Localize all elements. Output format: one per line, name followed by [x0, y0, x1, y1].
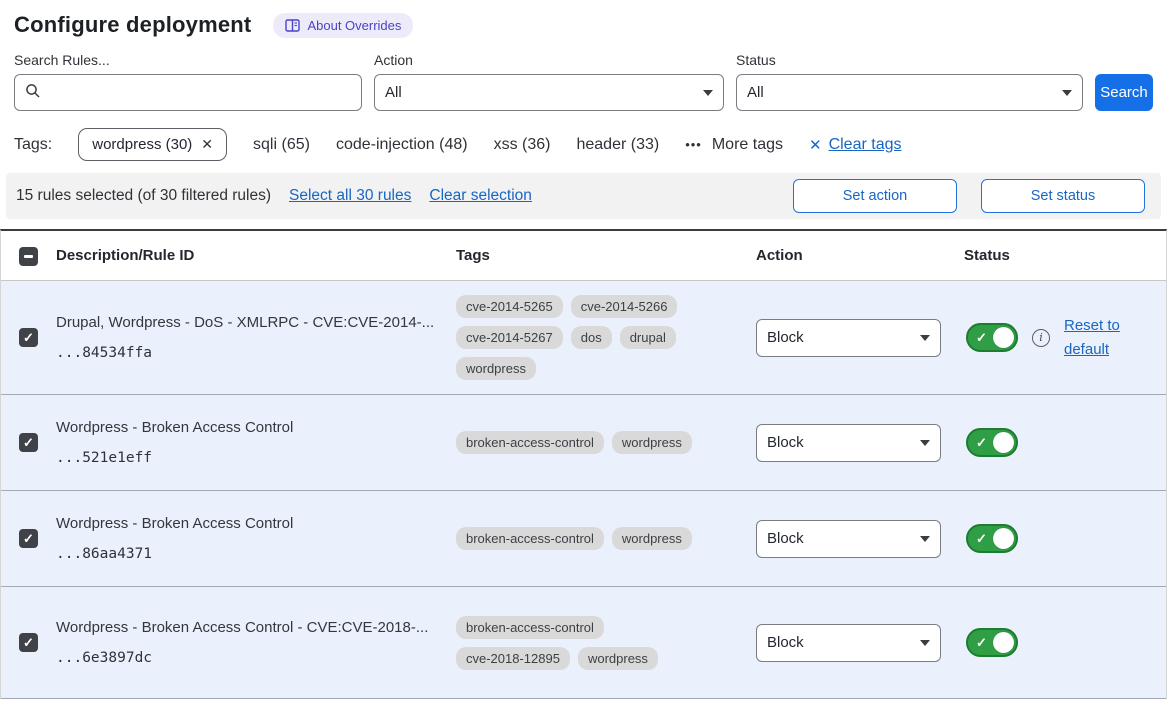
action-filter-select[interactable]: All [374, 74, 724, 111]
select-all-checkbox[interactable] [19, 247, 38, 266]
selection-bar: 15 rules selected (of 30 filtered rules)… [6, 173, 1161, 219]
rule-action-value: Block [767, 329, 804, 346]
clear-tags-link[interactable]: ✕ Clear tags [809, 136, 902, 154]
table-row: ✓ Drupal, Wordpress - DoS - XMLRPC - CVE… [1, 281, 1166, 395]
tag-filter-code-injection[interactable]: code-injection (48) [336, 136, 468, 154]
rule-action-value: Block [767, 434, 804, 451]
rule-action-select[interactable]: Block [756, 319, 941, 357]
rule-description: Wordpress - Broken Access Control [56, 515, 456, 534]
status-toggle[interactable]: ✓ [966, 323, 1018, 352]
chevron-down-icon [1062, 90, 1072, 96]
chevron-down-icon [920, 536, 930, 542]
set-status-button[interactable]: Set status [981, 179, 1145, 213]
more-tags-button[interactable]: ••• More tags [685, 136, 783, 154]
rule-tag: broken-access-control [456, 616, 604, 639]
rule-tag: broken-access-control [456, 527, 604, 550]
rule-action-select[interactable]: Block [756, 520, 941, 558]
rule-tag: wordpress [578, 647, 658, 670]
search-rules-label: Search Rules... [14, 52, 362, 68]
clear-selection-link[interactable]: Clear selection [429, 187, 532, 205]
rule-id: ...521e1eff [56, 450, 456, 466]
rule-tag: wordpress [612, 527, 692, 550]
tag-chip-label: wordpress (30) [92, 136, 192, 153]
book-icon [285, 19, 300, 32]
chevron-down-icon [703, 90, 713, 96]
about-overrides-badge[interactable]: About Overrides [273, 13, 413, 38]
check-icon: ✓ [976, 636, 987, 649]
rule-action-select[interactable]: Block [756, 424, 941, 462]
rule-tag: cve-2018-12895 [456, 647, 570, 670]
column-header-status: Status [956, 247, 1166, 264]
search-icon [25, 83, 41, 103]
search-button[interactable]: Search [1095, 74, 1153, 111]
more-tags-label: More tags [712, 136, 783, 154]
rule-action-value: Block [767, 530, 804, 547]
about-overrides-label: About Overrides [307, 18, 401, 33]
rule-tag: dos [571, 326, 612, 349]
check-icon: ✓ [976, 436, 987, 449]
tag-chip-wordpress[interactable]: wordpress (30) ✕ [78, 128, 227, 161]
status-toggle[interactable]: ✓ [966, 524, 1018, 553]
tag-filter-header[interactable]: header (33) [576, 136, 659, 154]
rule-id: ...84534ffa [56, 345, 456, 361]
column-header-description: Description/Rule ID [56, 247, 194, 264]
rule-tag: cve-2014-5267 [456, 326, 563, 349]
tag-filter-sqli[interactable]: sqli (65) [253, 136, 310, 154]
table-header-row: Description/Rule ID Tags Action Status [1, 231, 1166, 281]
clear-icon: ✕ [809, 136, 822, 154]
status-filter-select[interactable]: All [736, 74, 1083, 111]
rule-tag: drupal [620, 326, 676, 349]
rule-action-select[interactable]: Block [756, 624, 941, 662]
selection-summary: 15 rules selected (of 30 filtered rules) [16, 187, 271, 205]
reset-to-default-link[interactable]: Reset to default [1064, 314, 1130, 362]
rules-table: Description/Rule ID Tags Action Status ✓… [0, 229, 1167, 699]
close-icon[interactable]: ✕ [201, 136, 213, 153]
rule-tag: broken-access-control [456, 431, 604, 454]
rule-tag: wordpress [456, 357, 536, 380]
action-filter-value: All [385, 84, 402, 101]
row-checkbox[interactable]: ✓ [19, 433, 38, 452]
tag-filter-xss[interactable]: xss (36) [494, 136, 551, 154]
row-checkbox[interactable]: ✓ [19, 328, 38, 347]
action-filter-label: Action [374, 52, 724, 68]
rule-description: Drupal, Wordpress - DoS - XMLRPC - CVE:C… [56, 314, 456, 333]
rule-tag: cve-2014-5265 [456, 295, 563, 318]
tags-label: Tags: [14, 136, 52, 154]
rule-id: ...86aa4371 [56, 546, 456, 562]
status-toggle[interactable]: ✓ [966, 628, 1018, 657]
rule-description: Wordpress - Broken Access Control - CVE:… [56, 619, 456, 638]
chevron-down-icon [920, 335, 930, 341]
check-icon: ✓ [976, 532, 987, 545]
set-action-button[interactable]: Set action [793, 179, 957, 213]
check-icon: ✓ [976, 331, 987, 344]
chevron-down-icon [920, 640, 930, 646]
clear-tags-label: Clear tags [829, 136, 902, 154]
table-row: ✓ Wordpress - Broken Access Control - CV… [1, 587, 1166, 699]
status-toggle[interactable]: ✓ [966, 428, 1018, 457]
rule-action-value: Block [767, 634, 804, 651]
rule-tag: cve-2014-5266 [571, 295, 678, 318]
ellipsis-icon: ••• [685, 137, 702, 152]
status-filter-label: Status [736, 52, 1083, 68]
rule-id: ...6e3897dc [56, 650, 456, 666]
table-row: ✓ Wordpress - Broken Access Control ...5… [1, 395, 1166, 491]
search-rules-input[interactable] [14, 74, 362, 111]
page-title: Configure deployment [14, 12, 251, 38]
select-all-link[interactable]: Select all 30 rules [289, 187, 411, 205]
filter-bar: Search Rules... Action All Status All Se… [0, 52, 1167, 111]
table-row: ✓ Wordpress - Broken Access Control ...8… [1, 491, 1166, 587]
column-header-action: Action [756, 247, 956, 264]
column-header-tags: Tags [456, 247, 756, 264]
tags-bar: Tags: wordpress (30) ✕ sqli (65) code-in… [0, 128, 1167, 161]
row-checkbox[interactable]: ✓ [19, 633, 38, 652]
rule-description: Wordpress - Broken Access Control [56, 419, 456, 438]
rule-tag: wordpress [612, 431, 692, 454]
row-checkbox[interactable]: ✓ [19, 529, 38, 548]
page-header: Configure deployment About Overrides [0, 0, 1167, 38]
chevron-down-icon [920, 440, 930, 446]
status-filter-value: All [747, 84, 764, 101]
info-icon[interactable]: i [1032, 329, 1050, 347]
